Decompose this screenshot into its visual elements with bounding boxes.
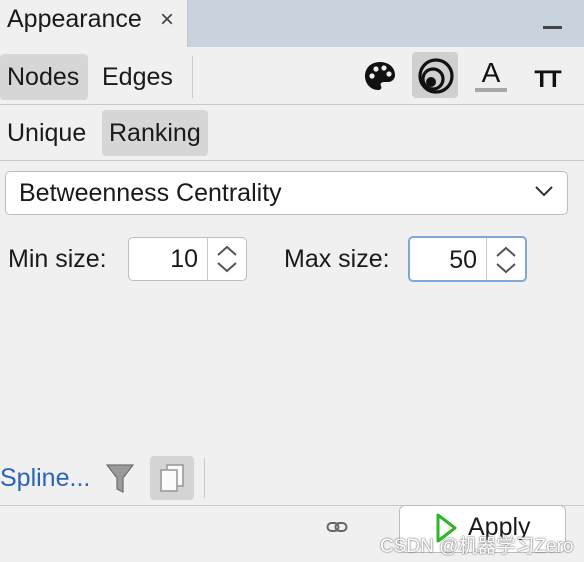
tab-strip: Appearance × (0, 0, 584, 47)
spline-link[interactable]: Spline... (0, 464, 90, 493)
max-size-spinner[interactable]: 50 (408, 236, 527, 282)
min-size-label: Min size: (8, 245, 107, 273)
minimize-icon[interactable] (540, 6, 566, 36)
svg-text:TT: TT (534, 66, 562, 93)
stepper-arrows-icon[interactable] (493, 244, 519, 276)
svg-text:A: A (482, 57, 501, 88)
max-size-label: Max size: (284, 245, 390, 273)
separator (192, 56, 193, 98)
stepper-arrows-icon[interactable] (214, 243, 240, 275)
unique-toggle[interactable]: Unique (0, 110, 93, 156)
min-size-value: 10 (170, 245, 198, 273)
watermark: CSDN @机器学习Zero (380, 536, 574, 557)
label-color-icon[interactable]: A (468, 53, 514, 99)
spinner-divider (207, 238, 208, 280)
separator (204, 458, 205, 498)
divider (0, 160, 584, 161)
spinner-divider (486, 238, 487, 280)
palette-icon[interactable] (357, 53, 403, 99)
close-icon[interactable]: × (156, 8, 178, 32)
divider (0, 104, 584, 105)
tab-title: Appearance (7, 5, 142, 33)
chain-link-icon[interactable] (326, 520, 348, 534)
ranking-attribute-select[interactable]: Betweenness Centrality (5, 171, 568, 215)
ranking-attribute-value: Betweenness Centrality (19, 179, 282, 207)
ranking-toggle[interactable]: Ranking (102, 110, 208, 156)
copy-icon[interactable] (150, 456, 194, 500)
chevron-down-icon (535, 186, 553, 197)
nodes-toggle[interactable]: Nodes (0, 54, 88, 100)
min-size-spinner[interactable]: 10 (128, 237, 247, 281)
size-icon[interactable] (412, 52, 458, 98)
tab-appearance[interactable]: Appearance × (0, 0, 188, 47)
max-size-value: 50 (449, 246, 477, 274)
filter-icon[interactable] (104, 461, 136, 497)
edges-toggle[interactable]: Edges (95, 54, 180, 100)
label-size-icon[interactable]: TT (524, 53, 570, 99)
